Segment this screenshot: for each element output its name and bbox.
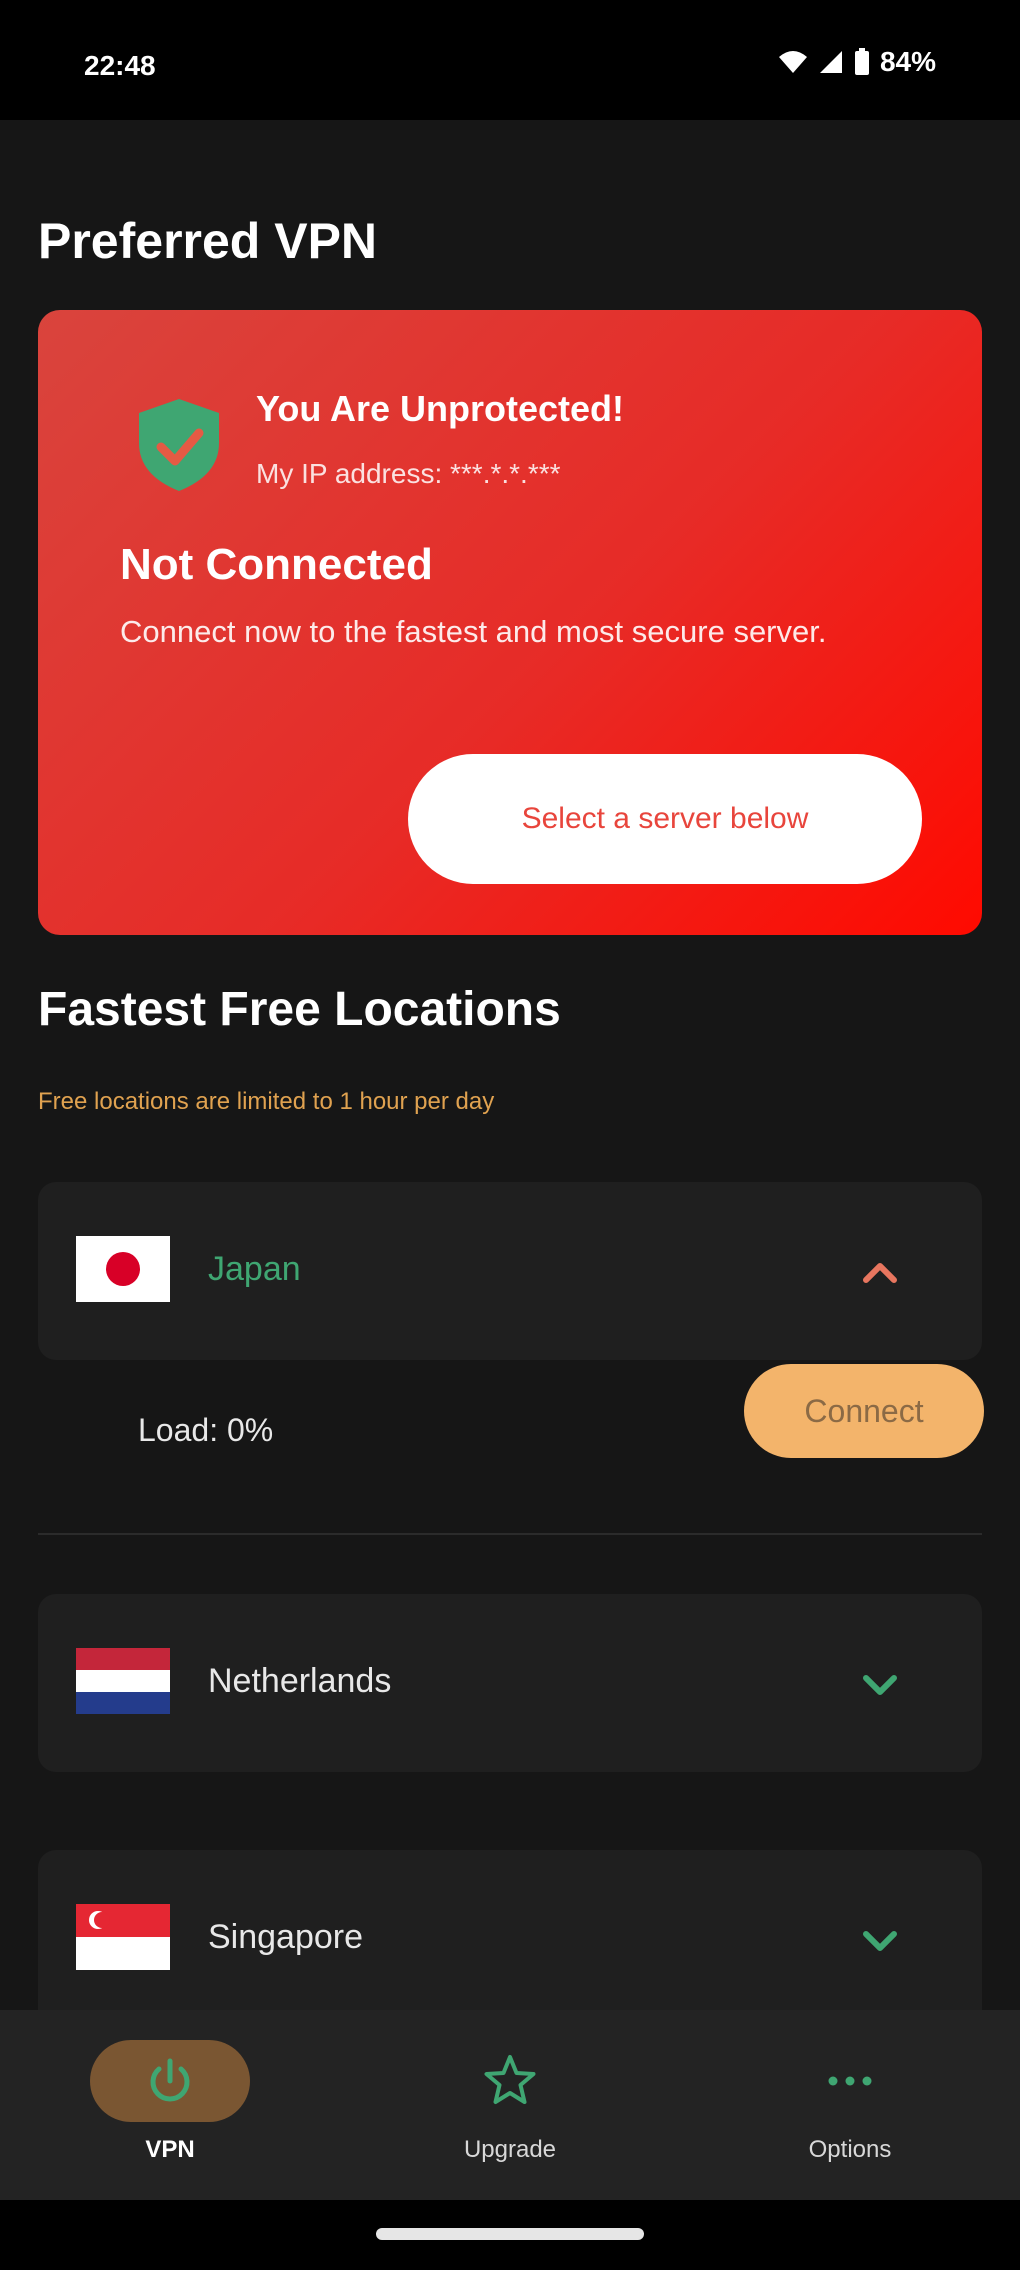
signal-icon (819, 51, 842, 73)
shield-check-icon (139, 399, 219, 491)
ip-address-text: My IP address: ***.*.*.*** (256, 458, 561, 489)
server-load-text: Load: 0% (138, 1412, 274, 1448)
nav-item-upgrade[interactable]: Upgrade (390, 2010, 630, 2200)
more-dots-icon (828, 2076, 872, 2086)
status-icons: 84% (778, 46, 936, 78)
bottom-navigation: VPN Upgrade Options (0, 2010, 1020, 2200)
location-item-netherlands[interactable]: Netherlands (38, 1594, 982, 1772)
netherlands-flag-icon (76, 1648, 170, 1714)
system-home-bar (0, 2200, 1020, 2270)
battery-percent: 84% (879, 46, 936, 77)
nav-label: Upgrade (463, 2136, 557, 2163)
power-icon (150, 2058, 190, 2102)
connect-button[interactable]: Connect (744, 1364, 984, 1458)
locations-section-title: Fastest Free Locations (38, 983, 561, 1036)
nav-item-vpn[interactable]: VPN (50, 2010, 290, 2200)
location-name: Japan (208, 1250, 301, 1288)
app-screen: Preferred VPN You Are Unprotected! My IP… (0, 120, 1020, 2010)
status-bar: 22:48 84% (0, 0, 1020, 120)
select-server-button[interactable]: Select a server below (408, 754, 922, 884)
wifi-icon (778, 51, 807, 73)
location-item-japan[interactable]: Japan (38, 1182, 982, 1360)
connection-status: Not Connected (120, 540, 433, 589)
singapore-flag-icon (76, 1904, 170, 1970)
location-item-singapore[interactable]: Singapore (38, 1850, 982, 2010)
nav-item-options[interactable]: Options (730, 2010, 970, 2200)
location-name: Singapore (208, 1918, 364, 1956)
japan-flag-icon (76, 1236, 170, 1302)
star-icon (484, 2055, 536, 2104)
nav-active-indicator (90, 2040, 250, 2122)
connection-status-card: You Are Unprotected! My IP address: ***.… (38, 310, 982, 935)
chevron-down-icon[interactable] (854, 1914, 906, 1966)
divider (38, 1533, 982, 1535)
free-locations-note: Free locations are limited to 1 hour per… (38, 1088, 495, 1115)
home-indicator[interactable] (376, 2228, 644, 2240)
connection-description: Connect now to the fastest and most secu… (120, 614, 827, 649)
battery-icon (854, 48, 869, 75)
chevron-down-icon[interactable] (854, 1658, 906, 1710)
nav-label: VPN (145, 2136, 195, 2163)
nav-label: Options (808, 2136, 892, 2163)
chevron-up-icon[interactable] (854, 1246, 906, 1298)
location-name: Netherlands (208, 1662, 392, 1700)
protection-heading: You Are Unprotected! (256, 388, 625, 429)
page-title: Preferred VPN (38, 213, 378, 269)
japan-server-details: Load: 0% Connect (38, 1364, 984, 1494)
status-time: 22:48 (84, 50, 156, 81)
